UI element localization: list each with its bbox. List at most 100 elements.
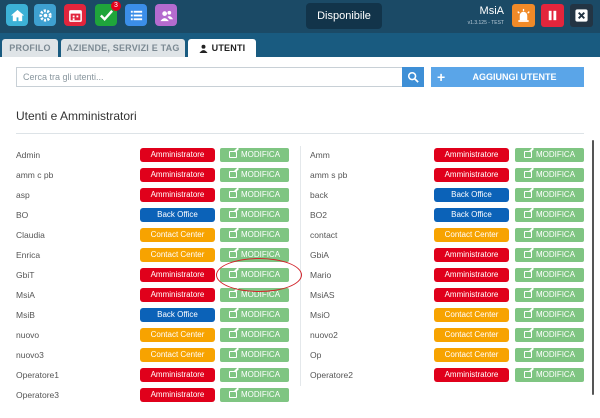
edit-icon <box>523 211 532 218</box>
user-row: back Back Office MODIFICA <box>310 188 585 202</box>
user-name-cell: Op <box>310 350 322 360</box>
tab-bar: PROFILO AZIENDE, SERVIZI E TAG UTENTI <box>0 33 600 57</box>
user-name-cell: Claudia <box>16 230 45 240</box>
user-row: Operatore3 Amministratore MODIFICA <box>16 388 290 402</box>
role-badge: Contact Center <box>140 228 215 242</box>
role-badge: Contact Center <box>140 328 215 342</box>
user-row: nuovo Contact Center MODIFICA <box>16 328 290 342</box>
edit-button[interactable]: MODIFICA <box>515 148 584 162</box>
edit-button[interactable]: MODIFICA <box>220 348 289 362</box>
user-row: Operatore1 Amministratore MODIFICA <box>16 368 290 382</box>
user-name-cell: MsiAS <box>310 290 335 300</box>
role-badge: Amministratore <box>140 388 215 402</box>
edit-icon <box>228 311 237 318</box>
edit-icon <box>228 351 237 358</box>
edit-icon <box>523 371 532 378</box>
role-badge: Back Office <box>434 208 509 222</box>
contacts-icon[interactable] <box>155 4 177 26</box>
edit-button[interactable]: MODIFICA <box>515 228 584 242</box>
close-icon[interactable] <box>570 4 593 27</box>
user-row: nuovo3 Contact Center MODIFICA <box>16 348 290 362</box>
user-name-cell: Enrica <box>16 250 41 260</box>
edit-button[interactable]: MODIFICA <box>515 268 584 282</box>
role-badge: Amministratore <box>434 148 509 162</box>
add-user-button[interactable]: + AGGIUNGI UTENTE <box>431 67 584 87</box>
edit-button[interactable]: MODIFICA <box>220 208 289 222</box>
user-icon <box>199 44 208 53</box>
role-badge: Amministratore <box>434 268 509 282</box>
edit-label: MODIFICA <box>240 370 281 379</box>
user-name-cell: back <box>310 190 328 200</box>
edit-label: MODIFICA <box>535 190 576 199</box>
user-name-cell: BO2 <box>310 210 328 220</box>
role-badge: Amministratore <box>140 188 215 202</box>
search-button[interactable] <box>402 67 424 87</box>
edit-label: MODIFICA <box>535 250 576 259</box>
role-badge: Amministratore <box>140 168 215 182</box>
pause-icon[interactable] <box>541 4 564 27</box>
edit-icon <box>228 171 237 178</box>
user-row: MsiAS Amministratore MODIFICA <box>310 288 585 302</box>
edit-button[interactable]: MODIFICA <box>515 328 584 342</box>
calendar-icon[interactable] <box>64 4 86 26</box>
user-row: nuovo2 Contact Center MODIFICA <box>310 328 585 342</box>
edit-button[interactable]: MODIFICA <box>220 388 289 402</box>
section-title: Utenti e Amministratori <box>16 109 137 123</box>
user-row: GbiA Amministratore MODIFICA <box>310 248 585 262</box>
edit-button[interactable]: MODIFICA <box>220 168 289 182</box>
edit-button[interactable]: MODIFICA <box>515 188 584 202</box>
search-input[interactable] <box>16 67 402 87</box>
user-name-cell: Operatore1 <box>16 370 59 380</box>
user-name-cell: Mario <box>310 270 332 280</box>
edit-icon <box>228 391 237 398</box>
user-name-cell: MsiA <box>16 290 35 300</box>
edit-label: MODIFICA <box>240 330 281 339</box>
user-row: contact Contact Center MODIFICA <box>310 228 585 242</box>
edit-icon <box>228 331 237 338</box>
edit-button[interactable]: MODIFICA <box>220 308 289 322</box>
edit-label: MODIFICA <box>240 210 281 219</box>
edit-button[interactable]: MODIFICA <box>220 368 289 382</box>
scrollbar[interactable] <box>592 140 594 395</box>
edit-icon <box>228 191 237 198</box>
tab-utenti[interactable]: UTENTI <box>188 39 256 57</box>
tab-aziende-servizi-tag[interactable]: AZIENDE, SERVIZI E TAG <box>61 39 185 57</box>
edit-button[interactable]: MODIFICA <box>515 368 584 382</box>
role-badge: Back Office <box>140 308 215 322</box>
user-row: Amm Amministratore MODIFICA <box>310 148 585 162</box>
list-icon[interactable] <box>125 4 147 26</box>
edit-icon <box>228 151 237 158</box>
edit-button[interactable]: MODIFICA <box>515 288 584 302</box>
edit-icon <box>523 351 532 358</box>
alarm-icon[interactable] <box>512 4 535 27</box>
role-badge: Amministratore <box>140 268 215 282</box>
highlight-annotation <box>216 258 302 292</box>
tab-profilo[interactable]: PROFILO <box>2 39 58 57</box>
edit-button[interactable]: MODIFICA <box>515 348 584 362</box>
edit-button[interactable]: MODIFICA <box>515 248 584 262</box>
edit-label: MODIFICA <box>240 350 281 359</box>
edit-icon <box>228 211 237 218</box>
edit-label: MODIFICA <box>240 170 281 179</box>
edit-icon <box>228 251 237 258</box>
edit-icon <box>228 231 237 238</box>
top-bar: 3 Disponibile MsiA v1.3.125 - TEST <box>0 0 600 33</box>
home-icon[interactable] <box>6 4 28 26</box>
edit-icon <box>523 311 532 318</box>
availability-status[interactable]: Disponibile <box>306 3 382 29</box>
edit-button[interactable]: MODIFICA <box>220 228 289 242</box>
edit-label: MODIFICA <box>240 150 281 159</box>
edit-button[interactable]: MODIFICA <box>220 148 289 162</box>
user-name-cell: GbiA <box>310 250 329 260</box>
edit-button[interactable]: MODIFICA <box>220 188 289 202</box>
edit-button[interactable]: MODIFICA <box>515 308 584 322</box>
edit-label: MODIFICA <box>535 210 576 219</box>
column-divider <box>300 146 301 386</box>
gear-icon[interactable] <box>34 4 56 26</box>
tasks-icon[interactable]: 3 <box>95 1 121 26</box>
edit-button[interactable]: MODIFICA <box>515 168 584 182</box>
edit-button[interactable]: MODIFICA <box>515 208 584 222</box>
edit-button[interactable]: MODIFICA <box>220 328 289 342</box>
edit-icon <box>523 231 532 238</box>
user-name-cell: Operatore2 <box>310 370 353 380</box>
